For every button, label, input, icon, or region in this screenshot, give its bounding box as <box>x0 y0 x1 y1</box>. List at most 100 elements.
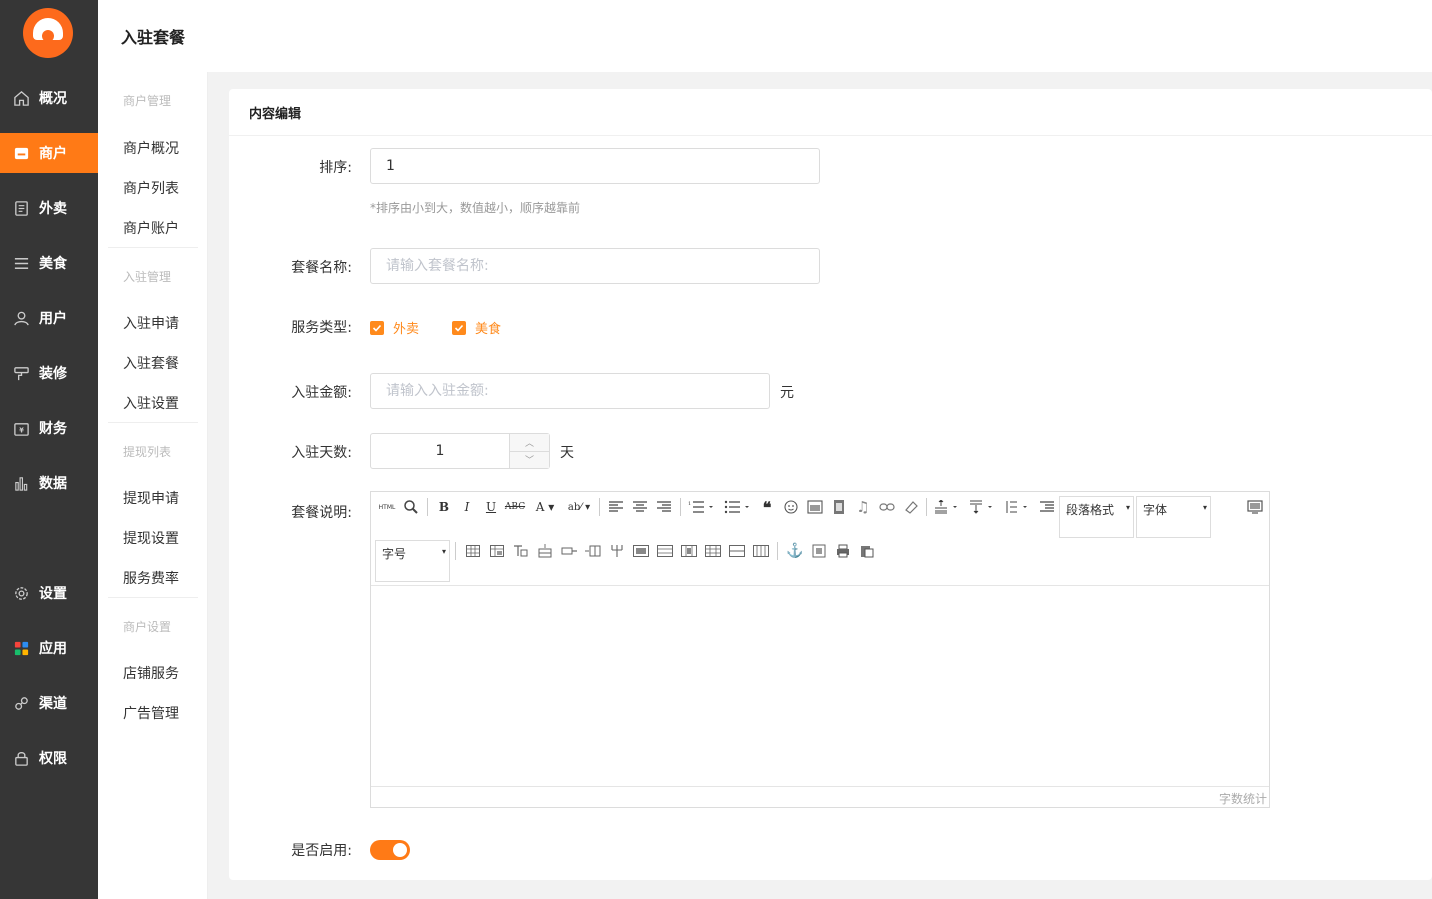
subnav-item-merchant-overview[interactable]: 商户概况 <box>123 138 179 158</box>
sidebar-item-food[interactable]: 美食 <box>0 243 98 283</box>
subnav-item-join-apply[interactable]: 入驻申请 <box>123 313 179 333</box>
top-header: 入驻套餐 <box>98 0 1432 72</box>
sidebar-item-decoration[interactable]: 装修 <box>0 353 98 393</box>
checkbox-food[interactable]: 美食 <box>452 318 501 337</box>
bold-icon[interactable]: B <box>434 497 454 517</box>
merge-down-icon[interactable] <box>679 541 699 561</box>
link-icon[interactable] <box>877 497 897 517</box>
anchor-icon[interactable]: ⚓ <box>785 541 805 561</box>
subnav-group-title: 入驻管理 <box>123 270 172 284</box>
paragraph-spacing-icon[interactable] <box>969 497 997 517</box>
fullscreen-icon[interactable] <box>1245 497 1265 517</box>
preview-icon[interactable] <box>401 497 421 517</box>
card-title: 内容编辑 <box>249 107 302 122</box>
indent-icon[interactable] <box>1037 497 1057 517</box>
chevron-down-icon[interactable]: ﹀ <box>510 452 549 469</box>
ordered-list-icon[interactable]: 1 <box>687 497 717 517</box>
check-icon <box>452 320 466 335</box>
secondary-sidebar: 商户管理 商户概况 商户列表 商户账户 入驻管理 入驻申请 入驻套餐 入驻设置 … <box>98 72 208 899</box>
highlight-icon[interactable]: ab⁄ ▾ <box>564 497 594 517</box>
subnav-item-service-rate[interactable]: 服务费率 <box>123 568 179 588</box>
sidebar-item-settings[interactable]: 设置 <box>0 573 98 613</box>
editor-toolbar: HTML B I U ABC A ▾ ab⁄ ▾ 1 ❝ ♫ 段落格式 ▾ 字体… <box>371 492 1269 586</box>
toolbar-divider <box>455 542 456 560</box>
amount-input[interactable] <box>370 373 770 409</box>
chevron-up-icon[interactable]: ︿ <box>510 434 549 452</box>
sidebar-item-takeaway[interactable]: 外卖 <box>0 188 98 228</box>
sidebar-item-user[interactable]: 用户 <box>0 298 98 338</box>
blockquote-icon[interactable]: ❝ <box>757 497 777 517</box>
logo-dot <box>42 30 54 42</box>
amount-label: 入驻金额: <box>291 385 352 401</box>
font-family-select[interactable]: 字体 ▾ <box>1136 496 1211 538</box>
split-cells-icon[interactable] <box>703 541 723 561</box>
editor-content-area[interactable] <box>371 587 1269 787</box>
sidebar-item-finance[interactable]: ¥ 财务 <box>0 408 98 448</box>
strikethrough-icon[interactable]: ABC <box>505 497 525 517</box>
subnav-item-join-package[interactable]: 入驻套餐 <box>123 353 179 373</box>
subnav-item-join-settings[interactable]: 入驻设置 <box>123 393 179 413</box>
underline-icon[interactable]: U <box>481 497 501 517</box>
table-props-icon[interactable] <box>487 541 507 561</box>
days-stepper[interactable]: 1 ︿ ﹀ <box>370 433 550 469</box>
subnav-group-title: 提现列表 <box>123 445 172 459</box>
app-logo[interactable] <box>23 8 73 58</box>
sidebar-item-data[interactable]: 数据 <box>0 463 98 503</box>
package-name-input[interactable] <box>370 248 820 284</box>
enabled-toggle[interactable] <box>370 840 410 860</box>
subnav-item-withdraw-apply[interactable]: 提现申请 <box>123 488 179 508</box>
sidebar-item-overview[interactable]: 概况 <box>0 78 98 118</box>
bar-chart-icon <box>13 475 30 492</box>
unordered-list-icon[interactable] <box>723 497 753 517</box>
sidebar-item-label: 渠道 <box>39 696 67 712</box>
subnav-item-withdraw-settings[interactable]: 提现设置 <box>123 528 179 548</box>
sidebar-item-apps[interactable]: 应用 <box>0 628 98 668</box>
insert-image-icon[interactable] <box>809 541 829 561</box>
insert-row-icon[interactable] <box>535 541 555 561</box>
emoji-icon[interactable] <box>781 497 801 517</box>
image-icon[interactable] <box>805 497 825 517</box>
days-value[interactable]: 1 <box>371 434 509 468</box>
music-icon[interactable]: ♫ <box>853 497 873 517</box>
subnav-item-merchant-list[interactable]: 商户列表 <box>123 178 179 198</box>
insert-col-icon[interactable] <box>583 541 603 561</box>
italic-icon[interactable]: I <box>457 497 477 517</box>
align-right-icon[interactable] <box>654 497 674 517</box>
sort-input[interactable]: 1 <box>370 148 820 184</box>
split-cols-icon[interactable] <box>751 541 771 561</box>
font-size-select[interactable]: 字号 ▾ <box>375 540 450 582</box>
toolbar-divider <box>599 498 600 516</box>
merge-right-icon[interactable] <box>655 541 675 561</box>
html-source-button[interactable]: HTML <box>376 497 398 517</box>
font-family-value: 字体 <box>1143 503 1168 517</box>
delete-col-icon[interactable] <box>607 541 627 561</box>
sidebar-item-permission[interactable]: 权限 <box>0 738 98 778</box>
video-icon[interactable] <box>829 497 849 517</box>
checkbox-takeaway[interactable]: 外卖 <box>370 318 419 337</box>
align-left-icon[interactable] <box>606 497 626 517</box>
eraser-icon[interactable] <box>901 497 921 517</box>
package-name-label: 套餐名称: <box>291 260 352 276</box>
row-spacing-icon[interactable] <box>1004 497 1032 517</box>
sidebar-item-merchant[interactable]: 商户 <box>0 133 98 173</box>
paragraph-format-value: 段落格式 <box>1066 503 1115 517</box>
delete-row-icon[interactable] <box>559 541 579 561</box>
subnav-item-store-service[interactable]: 店铺服务 <box>123 663 179 683</box>
subnav-item-merchant-account[interactable]: 商户账户 <box>123 218 179 238</box>
document-icon <box>13 200 30 217</box>
print-icon[interactable] <box>833 541 853 561</box>
toggle-knob <box>393 843 407 857</box>
line-height-icon[interactable] <box>934 497 962 517</box>
divider <box>108 247 198 248</box>
subnav-item-ad-management[interactable]: 广告管理 <box>123 703 179 723</box>
paste-icon[interactable] <box>857 541 877 561</box>
split-rows-icon[interactable] <box>727 541 747 561</box>
paragraph-format-select[interactable]: 段落格式 ▾ <box>1059 496 1134 538</box>
insert-caption-icon[interactable] <box>511 541 531 561</box>
insert-table-icon[interactable] <box>463 541 483 561</box>
font-color-icon[interactable]: A ▾ <box>531 497 559 517</box>
align-center-icon[interactable] <box>630 497 650 517</box>
sidebar-item-channel[interactable]: 渠道 <box>0 683 98 723</box>
divider <box>108 597 198 598</box>
merge-cells-icon[interactable] <box>631 541 651 561</box>
